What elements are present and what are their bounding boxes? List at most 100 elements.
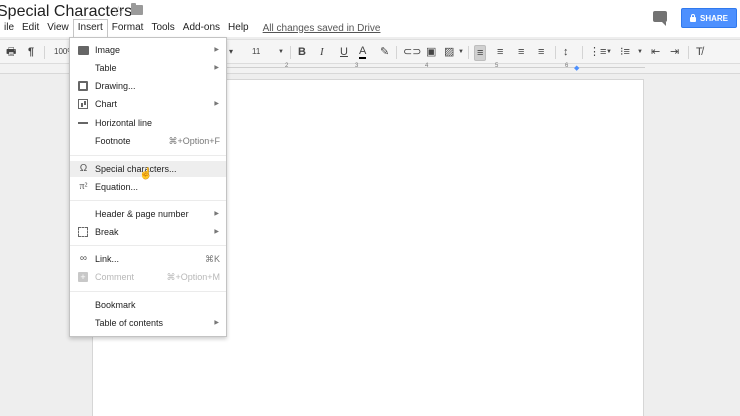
menu-item-horizontal-line[interactable]: Horizontal line — [70, 115, 226, 131]
horizontal-line-icon — [78, 122, 88, 124]
menu-item-label: Bookmark — [95, 300, 136, 310]
highlight-color-icon[interactable]: ✎ — [380, 45, 389, 59]
ruler-mark: 3 — [355, 63, 359, 69]
toolbar-divider — [290, 46, 291, 59]
menu-item-comment: + Comment ⌘+Option+M — [70, 269, 226, 285]
submenu-arrow-icon: ▶ — [214, 65, 219, 71]
decrease-indent-icon[interactable]: ⇤ — [651, 45, 660, 59]
toolbar-divider — [396, 46, 397, 59]
menu-view[interactable]: View — [43, 19, 73, 37]
ruler-mark: 5 — [495, 63, 499, 69]
image-dropdown-icon[interactable]: ▼ — [458, 45, 464, 59]
ruler-mark: 6 — [565, 63, 569, 69]
menu-item-bookmark[interactable]: Bookmark — [70, 297, 226, 313]
comments-icon[interactable] — [653, 11, 667, 26]
italic-button[interactable]: I — [320, 45, 324, 59]
save-status-link[interactable]: All changes saved in Drive — [263, 23, 381, 34]
submenu-arrow-icon: ▶ — [214, 101, 219, 107]
menu-item-table-of-contents[interactable]: Table of contents ▶ — [70, 315, 226, 331]
align-left-icon[interactable]: ≡ — [474, 45, 487, 61]
star-icon[interactable]: ☆ — [112, 3, 125, 20]
menu-item-label: Table — [95, 63, 117, 73]
menu-bar: ile Edit View Insert Format Tools Add-on… — [0, 19, 380, 37]
menu-file[interactable]: ile — [0, 19, 18, 37]
menu-separator — [70, 200, 226, 201]
hand-cursor-icon: ☝ — [139, 168, 153, 180]
menu-item-label: Equation... — [95, 182, 139, 192]
pi-icon: π² — [79, 181, 88, 192]
text-color-button[interactable]: A — [359, 45, 367, 59]
toolbar-divider — [582, 46, 583, 59]
menu-item-label: Chart — [95, 99, 118, 109]
bulleted-list-arrow-icon[interactable]: ▼ — [637, 45, 643, 59]
menu-item-table[interactable]: Table ▶ — [70, 60, 226, 76]
menu-item-header-page-number[interactable]: Header & page number ▶ — [70, 206, 226, 222]
menu-format[interactable]: Format — [108, 19, 148, 37]
menu-item-label: Link... — [95, 254, 120, 264]
folder-icon[interactable] — [131, 3, 143, 15]
docs-header: Special Characters ☆ ile Edit View Inser… — [0, 0, 740, 37]
menu-separator — [70, 155, 226, 156]
menu-tools[interactable]: Tools — [147, 19, 178, 37]
menu-add-ons[interactable]: Add-ons — [179, 19, 224, 37]
submenu-arrow-icon: ▶ — [214, 320, 219, 326]
menu-item-footnote[interactable]: Footnote ⌘+Option+F — [70, 133, 226, 149]
menu-item-drawing[interactable]: Drawing... — [70, 78, 226, 94]
line-spacing-icon[interactable]: ↕ — [563, 45, 569, 59]
paint-format-icon[interactable]: ¶ — [28, 45, 34, 59]
font-size-arrow-icon[interactable]: ▼ — [278, 45, 284, 59]
menu-edit[interactable]: Edit — [18, 19, 43, 37]
insert-menu-dropdown: Image ▶ Table ▶ Drawing... Chart ▶ Horiz… — [69, 37, 227, 337]
menu-item-label: Horizontal line — [95, 118, 153, 128]
menu-item-label: Image — [95, 45, 121, 55]
menu-item-equation[interactable]: π² Equation... — [70, 179, 226, 195]
menu-item-label: Comment — [95, 272, 135, 282]
align-center-icon[interactable]: ≡ — [497, 45, 503, 59]
page-break-icon — [78, 227, 88, 237]
bulleted-list-icon[interactable]: ⁝≡ — [620, 45, 630, 59]
share-button[interactable]: SHARE — [681, 8, 737, 28]
insert-image-icon[interactable]: ▨ — [444, 45, 454, 59]
numbered-list-icon[interactable]: ⋮≡ — [589, 45, 606, 59]
menu-item-chart[interactable]: Chart ▶ — [70, 96, 226, 112]
numbered-list-arrow-icon[interactable]: ▼ — [606, 45, 612, 59]
ruler-mark: 2 — [285, 63, 289, 69]
right-indent-marker-icon[interactable]: ◆ — [574, 64, 579, 72]
menu-item-label: Break — [95, 227, 119, 237]
menu-item-image[interactable]: Image ▶ — [70, 42, 226, 58]
add-comment-icon: + — [78, 272, 88, 282]
shortcut-label: ⌘K — [204, 254, 220, 264]
font-dropdown-arrow-icon[interactable]: ▾ — [229, 45, 233, 59]
menu-item-label: Special characters... — [95, 164, 177, 174]
underline-button[interactable]: U — [340, 45, 348, 59]
toolbar-divider — [468, 46, 469, 59]
submenu-arrow-icon: ▶ — [214, 47, 219, 53]
menu-item-break[interactable]: Break ▶ — [70, 224, 226, 240]
menu-item-link[interactable]: ∞ Link... ⌘K — [70, 251, 226, 267]
bold-button[interactable]: B — [298, 45, 306, 59]
drawing-icon — [78, 81, 88, 91]
justify-icon[interactable]: ≡ — [538, 45, 544, 59]
comment-add-icon[interactable]: ▣ — [426, 45, 436, 59]
toolbar-divider — [44, 46, 45, 59]
lock-icon — [689, 13, 696, 22]
menu-item-label: Table of contents — [95, 318, 164, 328]
toolbar-divider — [555, 46, 556, 59]
align-right-icon[interactable]: ≡ — [518, 45, 524, 59]
menu-item-label: Footnote — [95, 136, 131, 146]
image-icon — [78, 46, 89, 55]
omega-icon: Ω — [79, 163, 88, 174]
link-icon: ∞ — [79, 253, 88, 264]
menu-item-label: Header & page number — [95, 209, 189, 219]
shortcut-label: ⌘+Option+M — [166, 272, 220, 282]
increase-indent-icon[interactable]: ⇥ — [670, 45, 679, 59]
submenu-arrow-icon: ▶ — [214, 211, 219, 217]
link-icon[interactable]: ⊂⊃ — [403, 45, 421, 59]
menu-help[interactable]: Help — [224, 19, 253, 37]
toolbar-divider — [688, 46, 689, 59]
font-size-select[interactable]: 11 — [252, 45, 260, 59]
menu-insert[interactable]: Insert — [72, 19, 108, 37]
print-icon[interactable]: 🖶 — [6, 45, 16, 59]
clear-formatting-icon[interactable]: T̸ — [696, 45, 703, 59]
menu-item-label: Drawing... — [95, 81, 136, 91]
